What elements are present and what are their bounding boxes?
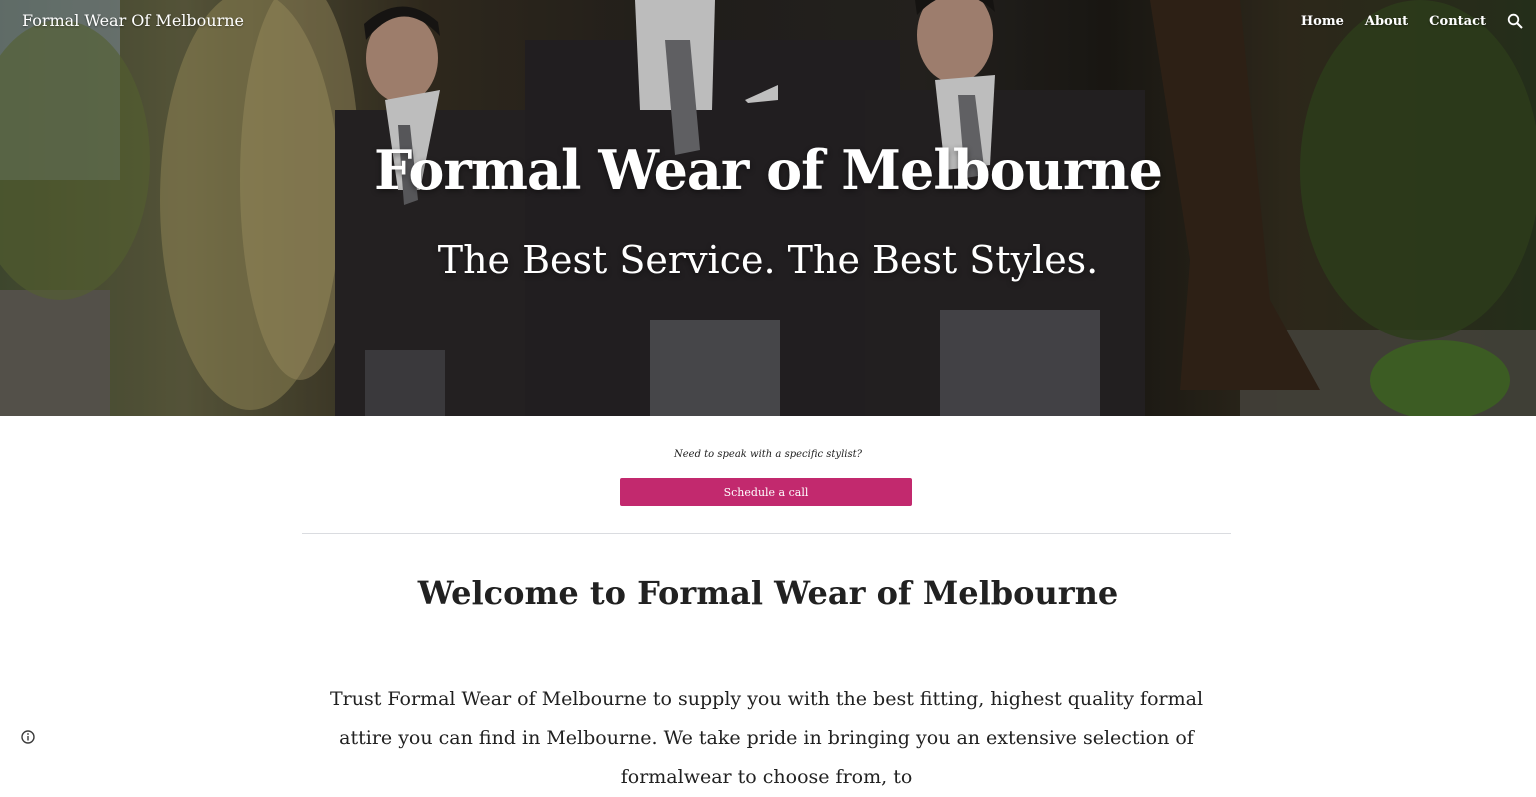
info-icon[interactable] [20, 729, 36, 745]
hero-banner: Formal Wear Of Melbourne Home About Cont… [0, 0, 1536, 416]
section-divider [302, 533, 1231, 534]
hero-heading: Formal Wear of Melbourne [374, 138, 1163, 202]
top-navigation: Home About Contact [1280, 12, 1524, 30]
stylist-prompt: Need to speak with a specific stylist? [674, 449, 862, 460]
hero-overlay [0, 0, 1536, 416]
schedule-call-button[interactable]: Schedule a call [620, 478, 912, 506]
welcome-heading: Welcome to Formal Wear of Melbourne [417, 574, 1119, 612]
search-icon[interactable] [1506, 12, 1524, 30]
nav-about[interactable]: About [1365, 14, 1408, 29]
intro-paragraph: Trust Formal Wear of Melbourne to supply… [329, 688, 1204, 788]
site-title[interactable]: Formal Wear Of Melbourne [22, 11, 244, 30]
hero-subheading: The Best Service. The Best Styles. [437, 238, 1099, 282]
nav-contact[interactable]: Contact [1429, 14, 1486, 29]
nav-home[interactable]: Home [1301, 14, 1344, 29]
